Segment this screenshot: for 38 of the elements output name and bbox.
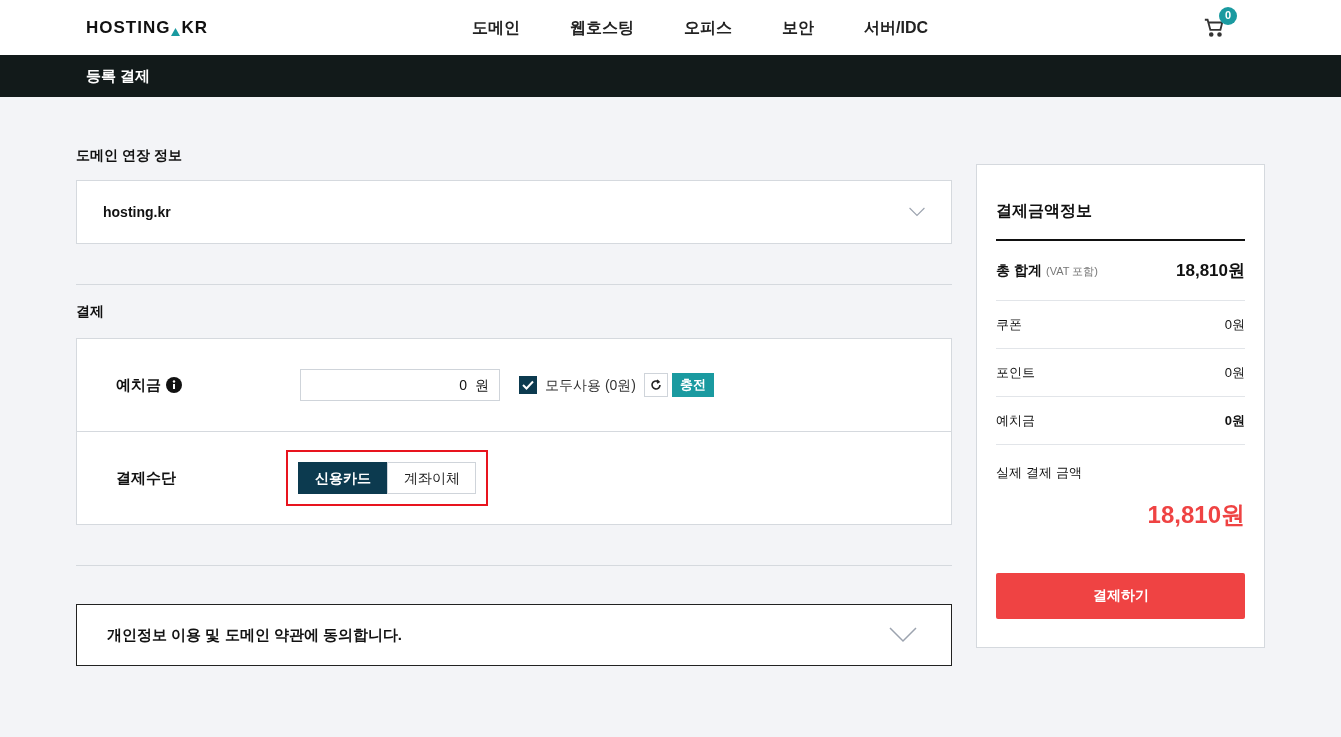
- payment-method-tab[interactable]: 계좌이체: [387, 462, 476, 494]
- summary-title: 결제금액정보: [996, 199, 1245, 241]
- section-title: 도메인 연장 정보: [76, 146, 183, 165]
- section-title: 결제: [76, 302, 105, 321]
- page-title: 등록 결제: [86, 65, 151, 86]
- payment-method-label: 결제수단: [116, 467, 177, 488]
- total-amount: 18,810원: [1176, 259, 1245, 282]
- deposit-input[interactable]: 0 원: [300, 369, 500, 401]
- final-amount: 18,810원: [1146, 499, 1245, 530]
- triangle-icon: [171, 28, 181, 37]
- summary-value: 0원: [1224, 363, 1245, 382]
- domain-panel[interactable]: hosting.kr: [76, 180, 953, 244]
- cart-icon[interactable]: [1203, 16, 1225, 39]
- total-label: 총 합계 (VAT 포함): [996, 261, 1098, 280]
- info-icon[interactable]: [166, 377, 182, 393]
- domain-name: hosting.kr: [103, 202, 171, 222]
- deposit-label: 예치금: [116, 374, 161, 395]
- agreement-text: 개인정보 이용 및 도메인 약관에 동의합니다.: [107, 624, 402, 645]
- refresh-icon: [650, 379, 662, 391]
- pay-button[interactable]: 결제하기: [996, 572, 1245, 619]
- summary-value: 0원: [1224, 411, 1245, 430]
- nav-link[interactable]: 서버/IDC: [864, 15, 928, 40]
- nav-link[interactable]: 웹호스팅: [570, 15, 634, 40]
- refresh-button[interactable]: [644, 373, 668, 397]
- use-all-checkbox[interactable]: 모두사용 (0원): [519, 374, 636, 396]
- summary-label: 포인트: [996, 363, 1036, 382]
- summary-label: 예치금: [996, 411, 1036, 430]
- summary-value: 0원: [1224, 315, 1245, 334]
- logo[interactable]: HOSTING KR: [86, 14, 466, 41]
- payment-method-tab[interactable]: 신용카드: [298, 462, 387, 494]
- agreement-panel[interactable]: 개인정보 이용 및 도메인 약관에 동의합니다.: [76, 604, 953, 666]
- nav-link[interactable]: 도메인: [472, 15, 520, 40]
- cart-count-badge: 0: [1219, 6, 1237, 25]
- checkmark-icon: [522, 380, 534, 390]
- nav-link[interactable]: 오피스: [684, 15, 732, 40]
- final-label: 실제 결제 금액: [996, 464, 1083, 482]
- summary-label: 쿠폰: [996, 315, 1023, 334]
- nav-link[interactable]: 보안: [782, 15, 814, 40]
